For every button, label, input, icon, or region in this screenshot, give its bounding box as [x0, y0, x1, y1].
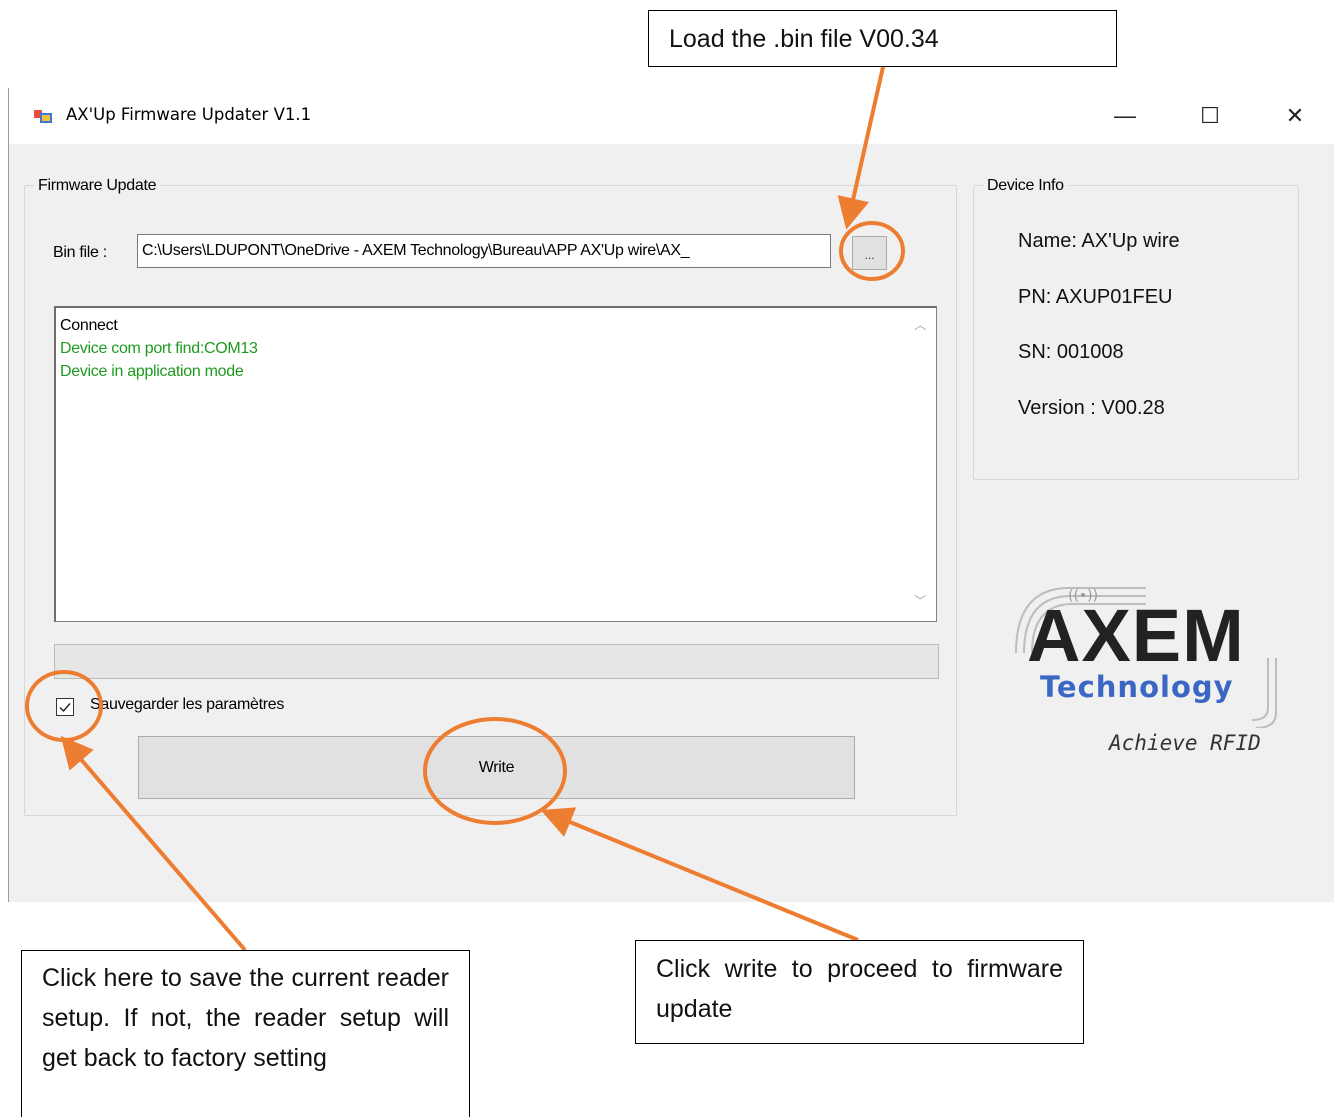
save-settings-label[interactable]: Sauvegarder les paramètres	[90, 696, 284, 714]
callout-write-text: Click write to proceed to firmware updat…	[656, 955, 1063, 1023]
save-settings-checkbox[interactable]	[56, 698, 74, 716]
device-pn: PN: AXUP01FEU	[1018, 286, 1173, 308]
callout-write: Click write to proceed to firmware updat…	[635, 940, 1084, 1044]
browse-button[interactable]: ...	[852, 236, 887, 270]
minimize-button[interactable]: —	[1081, 88, 1169, 144]
firmware-update-label: Firmware Update	[34, 177, 161, 195]
close-button[interactable]: ✕	[1251, 88, 1336, 144]
log-line: Device in application mode	[60, 363, 244, 380]
bin-file-input[interactable]	[137, 234, 831, 268]
scroll-up-icon[interactable]: ︿	[914, 314, 926, 337]
device-sn: SN: 001008	[1018, 341, 1124, 363]
log-line: Connect	[60, 317, 118, 334]
maximize-button[interactable]: ☐	[1166, 88, 1254, 144]
device-name: Name: AX'Up wire	[1018, 230, 1180, 252]
callout-save-settings-text: Click here to save the current reader se…	[42, 964, 449, 1072]
device-info-label: Device Info	[983, 177, 1068, 195]
logo-tagline: Achieve RFID	[1109, 731, 1261, 755]
log-line: Device com port find:COM13	[60, 340, 258, 357]
scroll-down-icon[interactable]: ﹀	[914, 590, 926, 613]
window-title: AX'Up Firmware Updater V1.1	[66, 105, 312, 124]
write-button[interactable]: Write	[138, 736, 855, 799]
log-output[interactable]: Connect Device com port find:COM13 Devic…	[54, 306, 937, 622]
callout-save-settings: Click here to save the current reader se…	[21, 950, 470, 1117]
callout-load-bin-text: Load the .bin file V00.34	[669, 25, 939, 53]
logo-brand: AXEM	[1027, 594, 1245, 677]
progress-bar	[54, 644, 939, 679]
app-icon	[34, 110, 52, 123]
callout-load-bin: Load the .bin file V00.34	[648, 10, 1117, 67]
checkmark-icon	[59, 703, 71, 713]
bin-file-label: Bin file :	[53, 244, 107, 261]
title-bar[interactable]: AX'Up Firmware Updater V1.1 — ☐ ✕	[9, 88, 1334, 144]
device-version: Version : V00.28	[1018, 397, 1165, 419]
logo-sub: Technology	[1040, 670, 1234, 704]
app-window: AX'Up Firmware Updater V1.1 — ☐ ✕ Firmwa…	[8, 88, 1334, 902]
axem-logo: ((•)) AXEM Technology Achieve RFID	[992, 558, 1282, 768]
